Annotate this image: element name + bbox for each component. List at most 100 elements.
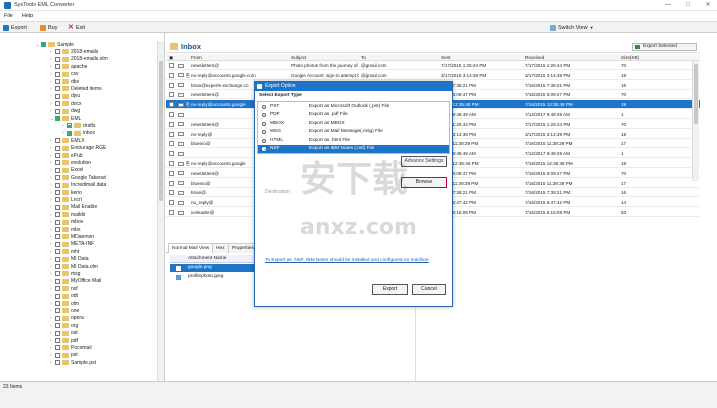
tree-checkbox[interactable] [55, 308, 60, 314]
table-row[interactable]: ⎘ no-reply@accounts.google.com Google Acco… [166, 71, 700, 80]
radio-button[interactable] [262, 121, 266, 126]
cancel-button[interactable]: Cancel [412, 284, 446, 295]
tree-checkbox[interactable] [55, 293, 60, 299]
tree-item[interactable]: › docx [50, 100, 82, 107]
table-row[interactable]: newsletters@ Photo photos from the journe… [166, 61, 700, 70]
tree-checkbox[interactable] [55, 64, 60, 70]
tree-checkbox[interactable] [55, 256, 60, 262]
tree-checkbox[interactable] [67, 130, 72, 136]
tree-item[interactable]: ⌄ Sample [36, 41, 74, 48]
export-option-mbox[interactable]: MBOX Export as MBOX [258, 120, 449, 128]
row-checkbox[interactable] [169, 63, 174, 68]
mail-scrollbar[interactable] [692, 61, 699, 181]
tree-item[interactable]: › csv [50, 71, 79, 78]
tree-checkbox[interactable] [55, 153, 60, 158]
export-confirm-button[interactable]: Export [372, 284, 408, 295]
tree-item[interactable]: › apache [50, 63, 87, 70]
minimize-button[interactable]: — [661, 1, 675, 10]
tree-item[interactable]: › olm [50, 300, 79, 307]
tree-item[interactable]: › Deleted items [50, 85, 102, 92]
tree-checkbox[interactable] [55, 212, 60, 218]
export-option-html[interactable]: HTML Export as .html File [258, 137, 449, 145]
col-size[interactable]: Size(KB) [621, 54, 639, 61]
tree-checkbox[interactable] [55, 234, 60, 240]
tree-checkbox[interactable] [55, 56, 60, 62]
tree-item[interactable]: › MDaemon [50, 233, 94, 240]
row-checkbox[interactable] [169, 190, 174, 196]
radio-button[interactable] [262, 130, 266, 135]
tree-item[interactable]: › EMLX [50, 137, 85, 144]
tree-item[interactable]: › MI Data.olm [50, 263, 98, 270]
export-option-msg[interactable]: MSG Export as Mail Message(.msg) File [258, 128, 449, 136]
tree-item[interactable]: › opera [50, 315, 84, 322]
row-checkbox[interactable] [169, 141, 174, 147]
col-received[interactable]: Received [525, 54, 544, 61]
tree-item[interactable]: › one [50, 307, 79, 314]
tab-normal-mail-view[interactable]: Normal Mail View [168, 243, 214, 253]
tree-checkbox[interactable] [55, 145, 60, 151]
tree-item[interactable]: › 2018-emails [50, 48, 98, 55]
tree-checkbox[interactable] [55, 197, 60, 203]
tree-checkbox[interactable] [55, 182, 60, 188]
tree-checkbox[interactable] [55, 175, 60, 181]
tree-checkbox[interactable] [55, 79, 60, 84]
tree-item[interactable]: › MI Data [50, 256, 89, 263]
tree-checkbox[interactable] [55, 108, 60, 114]
tree-checkbox[interactable] [55, 241, 60, 247]
tree-checkbox[interactable] [55, 360, 60, 366]
tree-item[interactable]: › Entourage RGE [50, 145, 106, 152]
export-option-pdf[interactable]: PDF Export as .pdf File [258, 111, 449, 119]
tree-item[interactable]: › dbx [50, 78, 79, 85]
tree-checkbox[interactable] [55, 190, 60, 195]
row-checkbox[interactable] [169, 102, 174, 108]
tree-checkbox[interactable] [55, 264, 60, 269]
tree-item[interactable]: › drafts [62, 122, 96, 129]
tree-item[interactable]: › maildir [50, 211, 86, 218]
tree-checkbox[interactable] [55, 286, 60, 292]
tree-item[interactable]: › dwg [50, 108, 80, 115]
tree-item[interactable]: › ost [50, 330, 78, 337]
tree-checkbox[interactable] [55, 101, 60, 107]
tree-checkbox[interactable] [55, 271, 60, 277]
menu-help[interactable]: Help [18, 11, 38, 19]
tree-item[interactable]: › Excel [50, 167, 83, 174]
tree-checkbox[interactable] [55, 278, 60, 284]
tree-checkbox[interactable] [55, 345, 60, 351]
maximize-button[interactable]: □ [681, 1, 695, 10]
row-checkbox[interactable] [169, 200, 174, 206]
row-checkbox[interactable] [169, 151, 174, 157]
tree-item[interactable]: › Sample.pst [50, 359, 96, 366]
radio-button[interactable] [262, 113, 266, 118]
col-subject[interactable]: Subject [291, 54, 306, 61]
row-checkbox[interactable] [169, 170, 174, 176]
tree-item[interactable]: › Pocomail [50, 344, 92, 351]
row-checkbox[interactable] [169, 72, 174, 78]
radio-button[interactable] [262, 138, 266, 143]
tree-checkbox[interactable] [55, 227, 60, 232]
tree-checkbox[interactable] [55, 352, 60, 358]
col-from[interactable]: From [191, 54, 202, 61]
tree-checkbox[interactable] [55, 204, 60, 210]
tree-checkbox[interactable] [55, 338, 60, 343]
menu-file[interactable]: File [0, 11, 18, 19]
tree-checkbox[interactable] [55, 93, 60, 99]
col-select-all[interactable]: ▣ [169, 54, 173, 61]
tree-checkbox[interactable] [67, 123, 72, 129]
tree-item[interactable]: › evolution [50, 159, 91, 166]
tree-item[interactable]: › 2018-emails.olm [50, 56, 108, 63]
tree-checkbox[interactable] [55, 330, 60, 336]
tree-item[interactable]: › kerio [50, 189, 82, 196]
tree-item[interactable]: › org [50, 322, 78, 329]
tree-item[interactable]: › pdf [50, 337, 78, 344]
row-checkbox[interactable] [169, 92, 174, 98]
row-checkbox[interactable] [169, 180, 174, 186]
tree-checkbox[interactable] [41, 42, 46, 47]
tree-checkbox[interactable] [55, 71, 60, 77]
tree-item[interactable]: › msg [50, 270, 80, 277]
tree-item[interactable]: › odt [50, 293, 78, 300]
tree-item[interactable]: › pst [50, 352, 78, 359]
tree-checkbox[interactable] [55, 301, 60, 306]
tree-checkbox[interactable] [55, 219, 60, 225]
row-checkbox[interactable] [169, 121, 174, 127]
row-checkbox[interactable] [169, 82, 174, 88]
